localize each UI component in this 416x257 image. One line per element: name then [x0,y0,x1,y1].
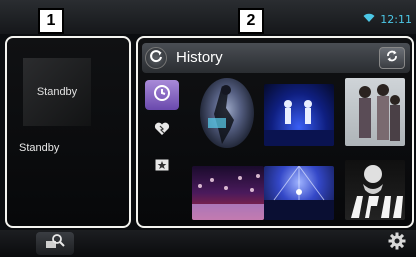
wifi-icon [363,10,375,28]
artwork-label: Standby [36,86,78,98]
star-icon [155,158,169,176]
callout-1: 1 [38,8,64,34]
refresh-button[interactable] [379,47,405,69]
history-header: History [142,43,410,73]
callout-2: 2 [238,8,264,34]
album-artwork[interactable]: Standby [23,58,91,126]
status-bar: 12:11 [363,10,412,28]
clock-icon [153,84,171,107]
history-panel: History [136,36,414,228]
tab-favorites[interactable] [145,116,179,146]
history-item-3[interactable] [345,78,405,146]
history-title: History [176,49,223,66]
refresh-icon [149,49,163,68]
history-item-5[interactable] [264,166,334,220]
clock-time: 12:11 [380,12,412,26]
now-playing-area[interactable]: Standby Standby [5,36,131,228]
heart-icon [154,122,170,141]
loop-icon [385,49,399,68]
bottom-bar [0,230,416,257]
browse-button[interactable] [36,232,74,255]
track-title: Standby [19,142,60,154]
tab-history[interactable] [145,80,179,110]
history-source-button[interactable] [145,47,167,69]
tab-starred[interactable] [145,152,179,182]
gear-icon [388,232,406,255]
history-item-1[interactable] [200,78,254,148]
settings-button[interactable] [384,232,410,255]
history-item-6[interactable] [345,160,405,220]
browse-search-icon [44,233,66,254]
history-item-2[interactable] [264,84,334,146]
history-item-4[interactable] [192,166,264,220]
